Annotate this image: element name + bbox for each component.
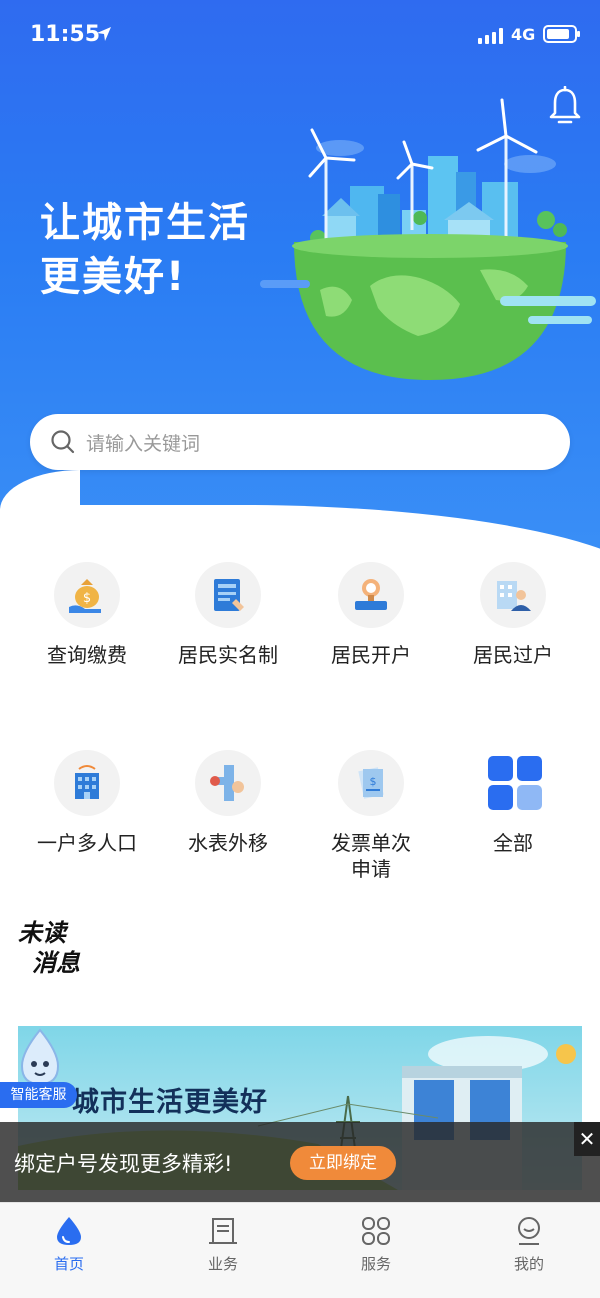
- hero-curve-decoration: [0, 505, 600, 560]
- service-transfer[interactable]: 居民过户: [448, 562, 578, 668]
- svg-text:$: $: [370, 775, 377, 788]
- service-query-pay[interactable]: $ 查询缴费: [22, 562, 152, 668]
- hero-slogan: 让城市生活 更美好!: [40, 196, 250, 304]
- battery-icon: [543, 25, 580, 43]
- unread-line-1: 未读: [18, 919, 66, 947]
- service-label: 一户多人口: [37, 831, 137, 855]
- pipe-valve-icon: [195, 750, 261, 816]
- grid-icon: [480, 750, 546, 816]
- service-multi-person[interactable]: 一户多人口: [22, 750, 152, 856]
- service-label: 全部: [493, 831, 533, 855]
- search-bar[interactable]: 请输入关键词: [30, 414, 570, 470]
- unread-messages-heading[interactable]: 未读 消息: [18, 918, 80, 978]
- money-bag-icon: $: [54, 562, 120, 628]
- water-drop-mascot-icon[interactable]: [10, 1028, 70, 1090]
- hero-banner: 11:55 4G 让城市生活 更美好! 请输入关键词: [0, 0, 600, 560]
- tab-label: 服务: [360, 1255, 391, 1273]
- service-label: 发票单次 申请: [306, 830, 436, 882]
- green-city-globe-illustration: [260, 98, 596, 380]
- id-card-icon: [195, 562, 261, 628]
- water-drop-icon: [57, 1217, 81, 1245]
- tab-label: 我的: [513, 1255, 544, 1273]
- bind-prompt-text: 绑定户号发现更多精彩!: [14, 1152, 233, 1176]
- service-label: 居民实名制: [178, 643, 278, 667]
- close-icon[interactable]: ✕: [574, 1122, 600, 1156]
- tab-business[interactable]: 业务: [168, 1215, 278, 1274]
- search-icon: [51, 430, 75, 454]
- svg-text:$: $: [83, 591, 91, 606]
- tab-mine[interactable]: 我的: [474, 1215, 584, 1274]
- service-label: 居民过户: [473, 643, 553, 667]
- tab-services[interactable]: 服务: [321, 1215, 431, 1274]
- location-arrow-icon: [97, 27, 111, 41]
- unread-line-2: 消息: [32, 949, 80, 977]
- service-label: 查询缴费: [47, 643, 127, 667]
- status-time: 11:55: [30, 22, 101, 47]
- banner-title: 城市生活更美好: [72, 1087, 268, 1118]
- service-invoice[interactable]: $ 发票单次 申请: [306, 750, 436, 882]
- signal-icon: [478, 28, 503, 44]
- tab-home[interactable]: 首页: [14, 1215, 124, 1274]
- bottom-tab-bar: 首页 业务 服务 我的: [0, 1202, 600, 1298]
- water-meter-icon: [338, 562, 404, 628]
- service-label: 水表外移: [188, 831, 268, 855]
- document-icon: [209, 1218, 237, 1244]
- bind-account-bar: 绑定户号发现更多精彩! 立即绑定: [0, 1122, 600, 1202]
- search-input[interactable]: 请输入关键词: [86, 429, 200, 456]
- invoice-icon: $: [338, 750, 404, 816]
- user-icon: [518, 1217, 540, 1245]
- apartment-icon: [54, 750, 120, 816]
- smart-service-button[interactable]: 智能客服: [0, 1082, 77, 1108]
- service-real-name[interactable]: 居民实名制: [163, 562, 293, 668]
- service-label-line-1: 发票单次: [331, 831, 411, 855]
- bind-now-button[interactable]: 立即绑定: [290, 1146, 396, 1180]
- service-label-line-2: 申请: [351, 857, 391, 881]
- building-person-icon: [480, 562, 546, 628]
- network-type: 4G: [511, 25, 536, 44]
- tab-label: 首页: [53, 1255, 84, 1273]
- service-meter-relocate[interactable]: 水表外移: [163, 750, 293, 856]
- service-open-account[interactable]: 居民开户: [306, 562, 436, 668]
- slogan-line-1: 让城市生活: [40, 200, 250, 246]
- four-leaf-icon: [362, 1217, 390, 1245]
- service-label: 居民开户: [331, 643, 411, 667]
- slogan-line-2: 更美好!: [40, 254, 187, 300]
- tab-label: 业务: [207, 1255, 238, 1273]
- status-bar: 11:55 4G: [0, 0, 600, 70]
- service-all[interactable]: 全部: [448, 750, 578, 856]
